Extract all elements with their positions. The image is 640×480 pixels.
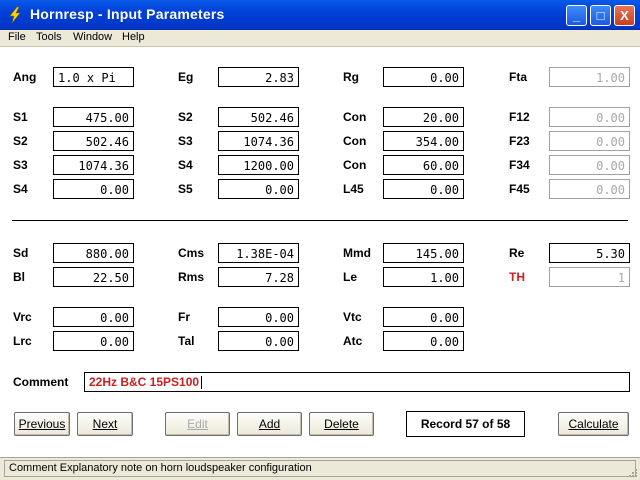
- label-f45: F45: [509, 182, 530, 196]
- fr-field[interactable]: 0.00: [218, 307, 299, 327]
- le-field[interactable]: 1.00: [383, 267, 464, 287]
- label-lrc: Lrc: [13, 334, 32, 348]
- th-field: 1: [549, 267, 630, 287]
- atc-field[interactable]: 0.00: [383, 331, 464, 351]
- l45-field[interactable]: 0.00: [383, 179, 464, 199]
- con2-field[interactable]: 354.00: [383, 131, 464, 151]
- tal-field[interactable]: 0.00: [218, 331, 299, 351]
- resize-grip-icon[interactable]: [628, 468, 638, 478]
- f45-field: 0.00: [549, 179, 630, 199]
- label-f23: F23: [509, 134, 530, 148]
- label-con2: Con: [343, 134, 367, 148]
- lightning-icon[interactable]: [6, 6, 24, 24]
- label-le: Le: [343, 270, 358, 284]
- maximize-button[interactable]: □: [590, 5, 611, 26]
- add-button[interactable]: Add: [237, 412, 302, 436]
- rms-field[interactable]: 7.28: [218, 267, 299, 287]
- label-f12: F12: [509, 110, 530, 124]
- next-button[interactable]: Next: [77, 412, 133, 436]
- comment-text: 22Hz B&C 15PS100: [89, 375, 200, 389]
- label-s4: S4: [13, 182, 28, 196]
- bl-field[interactable]: 22.50: [53, 267, 134, 287]
- label-s1: S1: [13, 110, 28, 124]
- previous-button[interactable]: Previous: [14, 412, 70, 436]
- sd-field[interactable]: 880.00: [53, 243, 134, 263]
- cms-field[interactable]: 1.38E-04: [218, 243, 299, 263]
- label-s3b: S3: [178, 134, 193, 148]
- menu-help[interactable]: Help: [122, 31, 145, 43]
- lrc-field[interactable]: 0.00: [53, 331, 134, 351]
- s3-field[interactable]: 1074.36: [53, 155, 134, 175]
- label-eg: Eg: [178, 70, 194, 84]
- text-caret: [201, 376, 203, 390]
- section-divider: [12, 220, 628, 221]
- ang-field[interactable]: 1.0 x Pi: [53, 67, 134, 87]
- label-vtc: Vtc: [343, 310, 362, 324]
- s2-field[interactable]: 502.46: [53, 131, 134, 151]
- s1-field[interactable]: 475.00: [53, 107, 134, 127]
- calculate-button[interactable]: Calculate: [558, 412, 629, 436]
- label-s2b: S2: [178, 110, 193, 124]
- window-title: Hornresp - Input Parameters: [30, 6, 225, 22]
- label-cms: Cms: [178, 246, 205, 260]
- record-indicator: Record 57 of 58: [406, 411, 525, 437]
- s4-field[interactable]: 0.00: [53, 179, 134, 199]
- menu-file[interactable]: File: [8, 31, 26, 43]
- fta-field: 1.00: [549, 67, 630, 87]
- label-ang: Ang: [13, 70, 37, 84]
- con3-field[interactable]: 60.00: [383, 155, 464, 175]
- label-fr: Fr: [178, 310, 190, 324]
- delete-button[interactable]: Delete: [309, 412, 374, 436]
- minimize-button[interactable]: _: [566, 5, 587, 26]
- s4b-field[interactable]: 1200.00: [218, 155, 299, 175]
- rg-field[interactable]: 0.00: [383, 67, 464, 87]
- status-text: Comment Explanatory note on horn loudspe…: [4, 460, 636, 477]
- s3b-field[interactable]: 1074.36: [218, 131, 299, 151]
- label-s4b: S4: [178, 158, 193, 172]
- con1-field[interactable]: 20.00: [383, 107, 464, 127]
- label-con1: Con: [343, 110, 367, 124]
- label-sd: Sd: [13, 246, 29, 260]
- label-rms: Rms: [178, 270, 205, 284]
- label-re: Re: [509, 246, 525, 260]
- label-mmd: Mmd: [343, 246, 371, 260]
- label-atc: Atc: [343, 334, 363, 348]
- label-s2: S2: [13, 134, 28, 148]
- label-fta: Fta: [509, 70, 527, 84]
- f12-field: 0.00: [549, 107, 630, 127]
- comment-input[interactable]: 22Hz B&C 15PS100: [84, 372, 630, 392]
- label-s5: S5: [178, 182, 193, 196]
- label-tal: Tal: [178, 334, 195, 348]
- f23-field: 0.00: [549, 131, 630, 151]
- re-field[interactable]: 5.30: [549, 243, 630, 263]
- edit-button[interactable]: Edit: [165, 412, 230, 436]
- s2b-field[interactable]: 502.46: [218, 107, 299, 127]
- close-button[interactable]: X: [614, 5, 635, 26]
- label-vrc: Vrc: [13, 310, 32, 324]
- vrc-field[interactable]: 0.00: [53, 307, 134, 327]
- label-f34: F34: [509, 158, 530, 172]
- label-th: TH: [509, 270, 525, 284]
- f34-field: 0.00: [549, 155, 630, 175]
- label-bl: Bl: [13, 270, 25, 284]
- vtc-field[interactable]: 0.00: [383, 307, 464, 327]
- label-l45: L45: [343, 182, 364, 196]
- s5-field[interactable]: 0.00: [218, 179, 299, 199]
- label-con3: Con: [343, 158, 367, 172]
- label-rg: Rg: [343, 70, 359, 84]
- mmd-field[interactable]: 145.00: [383, 243, 464, 263]
- menu-window[interactable]: Window: [73, 31, 112, 43]
- label-comment: Comment: [13, 375, 69, 389]
- menu-tools[interactable]: Tools: [36, 31, 62, 43]
- label-s3: S3: [13, 158, 28, 172]
- eg-field[interactable]: 2.83: [218, 67, 299, 87]
